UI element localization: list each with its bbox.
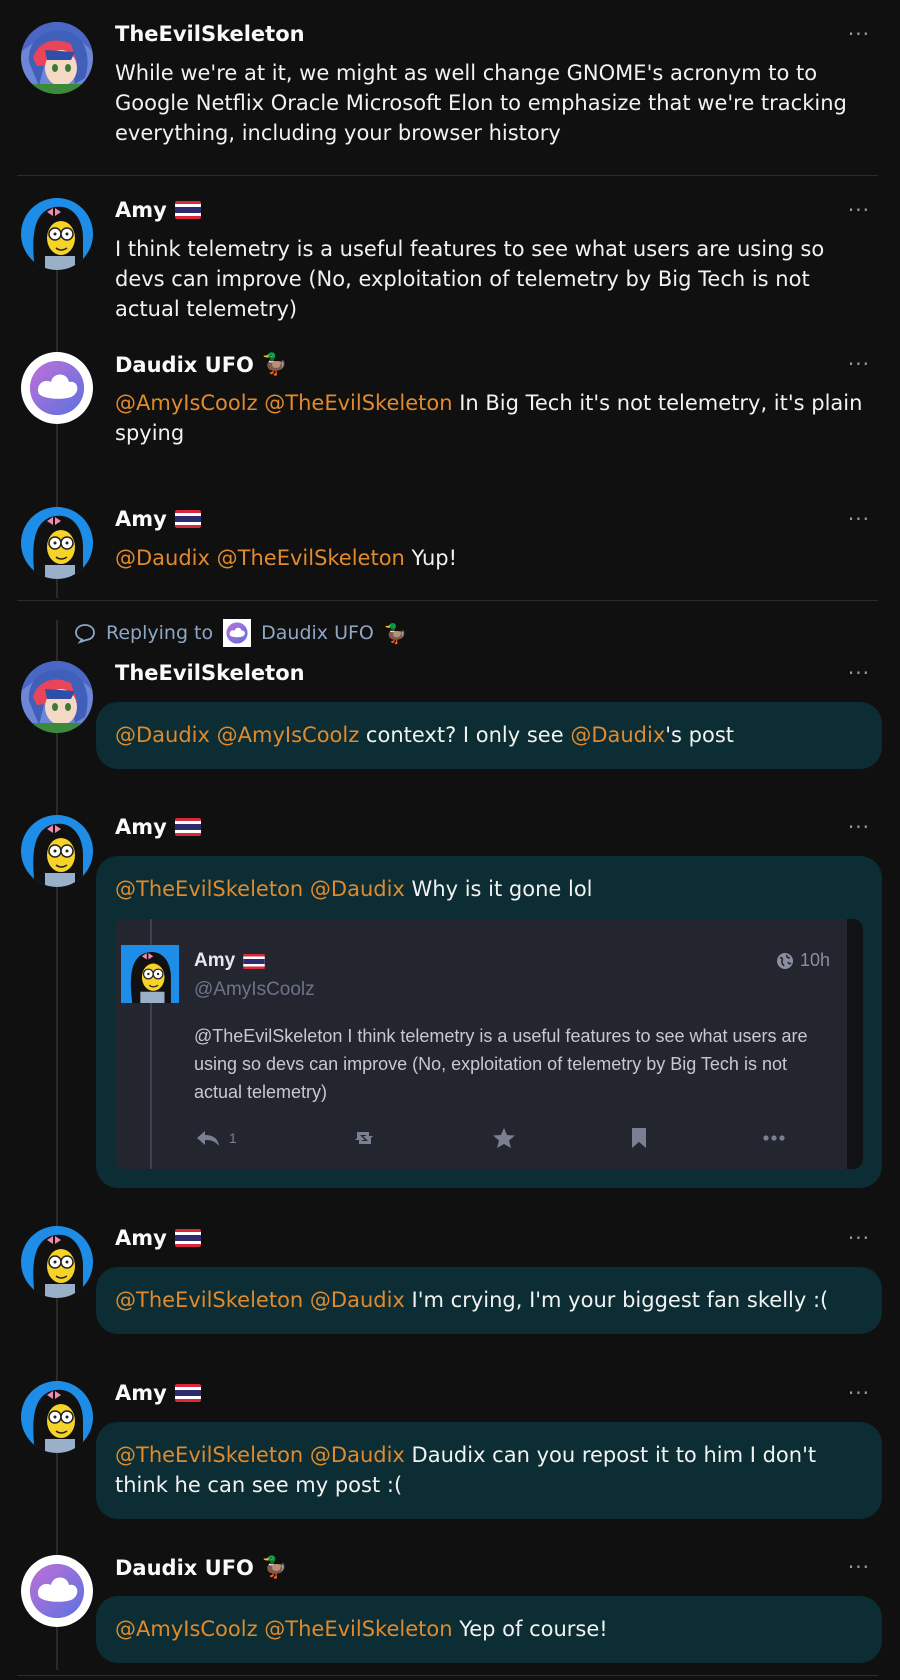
author-name[interactable]: TheEvilSkeleton	[115, 661, 305, 685]
embedded-author-name: Amy	[194, 950, 265, 972]
message-bubble: @Daudix @AmyIsCoolz context? I only see …	[96, 702, 882, 769]
more-options-button[interactable]: ···	[848, 661, 870, 685]
mention-link[interactable]: @Daudix	[115, 723, 210, 747]
star-icon	[492, 1128, 515, 1148]
post-text: While we're at it, we might as well chan…	[115, 61, 847, 145]
mention-link[interactable]: @TheEvilSkeleton	[115, 1443, 303, 1467]
avatar[interactable]	[21, 22, 93, 94]
avatar[interactable]	[21, 1381, 93, 1453]
more-options-button[interactable]: ···	[848, 352, 870, 376]
message-bubble: @TheEvilSkeleton @Daudix Daudix can you …	[96, 1422, 882, 1519]
mention-link[interactable]: @Daudix	[570, 723, 665, 747]
thailand-flag-icon	[175, 1384, 201, 1402]
thailand-flag-icon	[175, 201, 201, 219]
author-name[interactable]: Amy	[115, 507, 201, 531]
more-options-button[interactable]: ···	[848, 198, 870, 222]
avatar[interactable]	[21, 815, 93, 887]
thailand-flag-icon	[175, 510, 201, 528]
more-options-button[interactable]: ···	[848, 815, 870, 839]
duck-emoji: 🦆	[261, 1555, 289, 1579]
more-options-button[interactable]: ···	[848, 1555, 870, 1579]
avatar[interactable]	[21, 1555, 93, 1627]
more-options-button[interactable]: ···	[848, 1381, 870, 1405]
post-text: @TheEvilSkeleton @Daudix Why is it gone …	[115, 877, 593, 901]
mention-link[interactable]: @AmyIsCoolz	[115, 1617, 258, 1641]
globe-icon	[776, 952, 793, 969]
author-name[interactable]: Amy	[115, 1381, 201, 1405]
post-text: @AmyIsCoolz @TheEvilSkeleton In Big Tech…	[115, 391, 863, 445]
author-name[interactable]: Daudix UFO 🦆	[115, 1555, 288, 1580]
mention-link[interactable]: @Daudix	[310, 1288, 405, 1312]
mention-link[interactable]: @AmyIsCoolz	[115, 391, 258, 415]
avatar[interactable]	[21, 507, 93, 579]
reply-icon: 1	[195, 1128, 237, 1148]
duck-emoji: 🦆	[261, 352, 289, 376]
author-name[interactable]: Amy	[115, 198, 201, 222]
post-text: @Daudix @AmyIsCoolz context? I only see …	[115, 723, 735, 747]
more-options-button[interactable]: ···	[848, 1226, 870, 1250]
author-name[interactable]: Daudix UFO 🦆	[115, 352, 288, 377]
duck-emoji: 🦆	[383, 622, 408, 645]
avatar	[121, 945, 179, 1003]
message-bubble: @AmyIsCoolz @TheEvilSkeleton Yep of cour…	[96, 1596, 882, 1663]
reply-bubble-icon	[75, 624, 95, 644]
post-text: I think telemetry is a useful features t…	[115, 237, 825, 321]
mention-link[interactable]: @TheEvilSkeleton	[264, 1617, 452, 1641]
embedded-timestamp: 10h	[776, 950, 830, 971]
avatar[interactable]	[21, 1226, 93, 1298]
embedded-handle: @AmyIsCoolz	[194, 979, 315, 1000]
bookmark-icon	[632, 1128, 647, 1148]
post-text: @TheEvilSkeleton @Daudix Daudix can you …	[115, 1443, 817, 1497]
thailand-flag-icon	[243, 954, 265, 969]
more-options-button[interactable]: ···	[848, 507, 870, 531]
mention-link[interactable]: @Daudix	[115, 546, 210, 570]
embedded-post-text: @TheEvilSkeleton I think telemetry is a …	[194, 1026, 808, 1102]
screenshot-edge	[847, 919, 863, 1169]
divider	[17, 600, 878, 601]
author-name[interactable]: Amy	[115, 1226, 201, 1250]
post-text: @TheEvilSkeleton @Daudix I'm crying, I'm…	[115, 1288, 829, 1312]
thailand-flag-icon	[175, 818, 201, 836]
avatar[interactable]	[21, 661, 93, 733]
divider	[17, 1675, 878, 1676]
author-name[interactable]: Amy	[115, 815, 201, 839]
mention-link[interactable]: @TheEvilSkeleton	[115, 877, 303, 901]
mention-link[interactable]: @TheEvilSkeleton	[115, 1288, 303, 1312]
boost-icon	[355, 1132, 374, 1144]
mention-link[interactable]: @TheEvilSkeleton	[217, 546, 405, 570]
avatar[interactable]	[21, 198, 93, 270]
divider	[17, 175, 878, 176]
avatar[interactable]	[21, 352, 93, 424]
post-text: @Daudix @TheEvilSkeleton Yup!	[115, 546, 458, 570]
thailand-flag-icon	[175, 1229, 201, 1247]
post-text: @AmyIsCoolz @TheEvilSkeleton Yep of cour…	[115, 1617, 608, 1641]
message-bubble: @TheEvilSkeleton @Daudix I'm crying, I'm…	[96, 1267, 882, 1334]
more-options-button[interactable]: ···	[848, 22, 870, 46]
mention-link[interactable]: @Daudix	[310, 1443, 405, 1467]
mention-link[interactable]: @TheEvilSkeleton	[264, 391, 452, 415]
author-name[interactable]: TheEvilSkeleton	[115, 22, 305, 46]
avatar	[223, 619, 252, 647]
embedded-action-bar: 1	[195, 1127, 785, 1149]
reply-context[interactable]: Replying to Daudix UFO 🦆	[74, 619, 408, 647]
embedded-screenshot[interactable]: Amy @AmyIsCoolz 10h @TheEvilSkeleton I t…	[115, 919, 863, 1169]
more-icon	[763, 1135, 785, 1141]
mention-link[interactable]: @Daudix	[310, 877, 405, 901]
mention-link[interactable]: @AmyIsCoolz	[217, 723, 360, 747]
